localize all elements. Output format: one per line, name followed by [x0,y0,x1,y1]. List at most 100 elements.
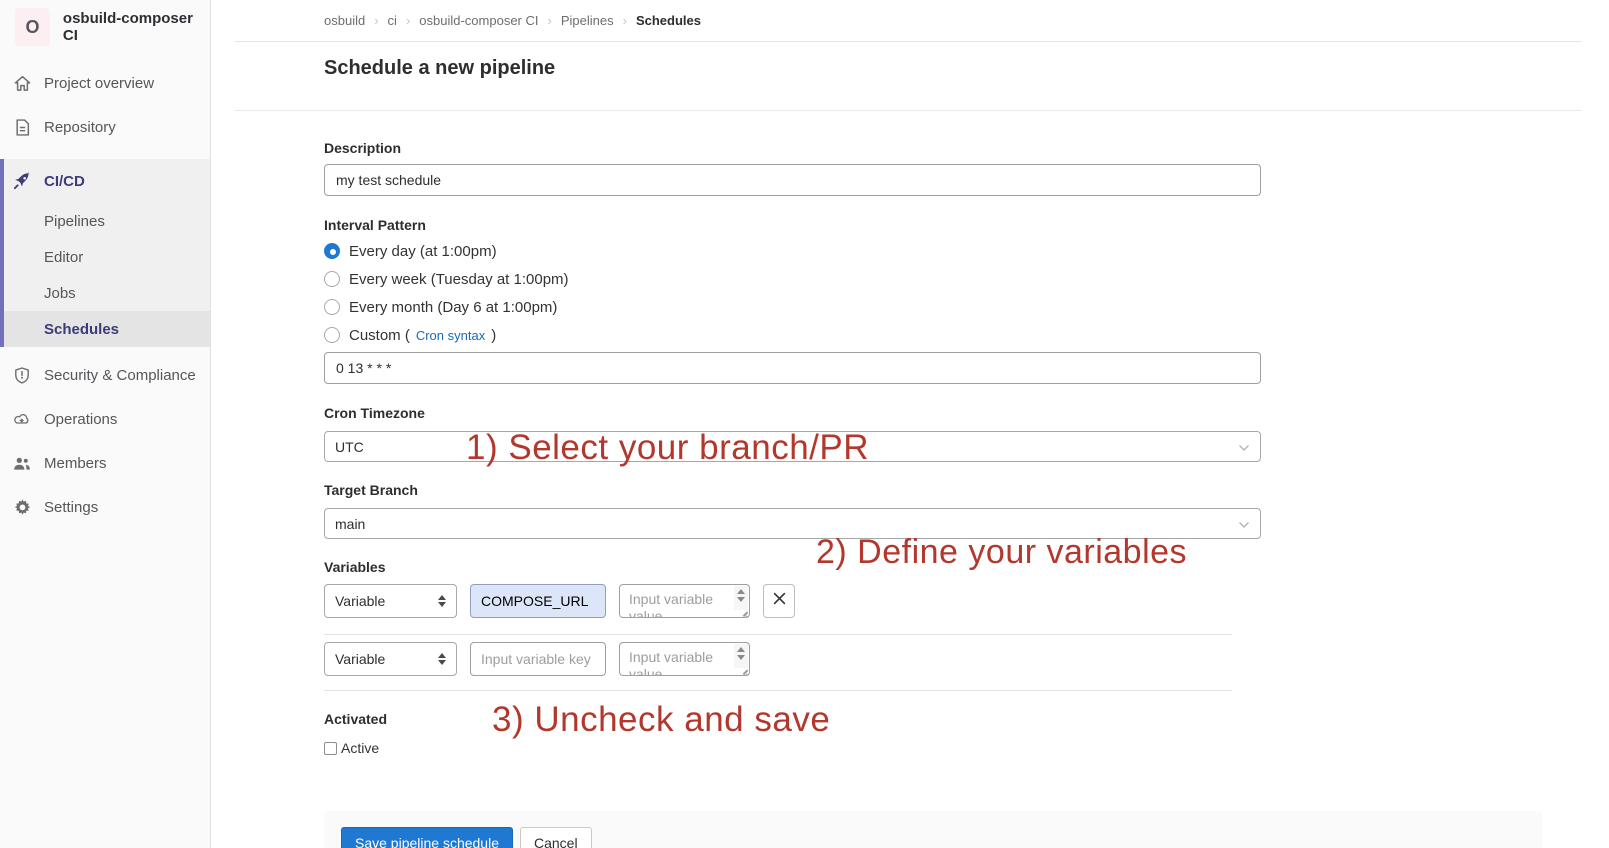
project-context-header[interactable]: O osbuild-composer CI [0,0,210,54]
breadcrumb-link[interactable]: osbuild-composer CI [419,13,538,28]
sidebar-item-pipelines[interactable]: Pipelines [4,203,210,239]
chevron-right-icon: › [548,13,552,28]
form-actions: Save pipeline schedule Cancel [324,811,1542,848]
project-avatar: O [15,8,50,46]
radio-label: Every day (at 1:00pm) [349,243,497,260]
cloud-gear-icon [13,412,31,427]
radio-label: Every week (Tuesday at 1:00pm) [349,271,569,288]
interval-pattern-label: Interval Pattern [324,217,1582,233]
sidebar-item-operations[interactable]: Operations [0,397,210,441]
target-branch-label: Target Branch [324,482,1582,498]
cron-timezone-select[interactable]: UTC [324,431,1261,462]
interval-option-every-day[interactable]: Every day (at 1:00pm) [324,241,1582,261]
description-label: Description [324,140,1582,156]
chevron-down-icon [1238,516,1250,532]
project-title: osbuild-composer CI [63,10,200,44]
sidebar-item-label: Members [44,455,107,472]
textarea-placeholder: Input variable value [629,649,729,676]
sidebar-item-settings[interactable]: Settings [0,485,210,529]
breadcrumb-link[interactable]: Pipelines [561,13,614,28]
breadcrumb-current: Schedules [636,13,701,28]
sidebar-item-cicd[interactable]: CI/CD [4,159,210,203]
sidebar-item-label: CI/CD [44,173,85,190]
chevron-right-icon: › [406,13,410,28]
sidebar-subitem-label: Schedules [44,321,119,338]
sidebar-item-jobs[interactable]: Jobs [4,275,210,311]
home-icon [13,75,31,92]
save-pipeline-schedule-button[interactable]: Save pipeline schedule [341,827,513,848]
radio-selected-icon[interactable] [324,243,340,259]
chevron-down-icon [1238,439,1250,455]
active-checkbox-row[interactable]: Active [324,740,1582,756]
sidebar-item-project-overview[interactable]: Project overview [0,61,210,105]
breadcrumb: osbuild › ci › osbuild-composer CI › Pip… [235,0,1582,42]
cancel-button[interactable]: Cancel [520,827,592,848]
cron-syntax-link[interactable]: Cron syntax [416,328,485,343]
sidebar-item-security-compliance[interactable]: Security & Compliance [0,353,210,397]
breadcrumb-link[interactable]: ci [388,13,397,28]
description-input[interactable] [324,164,1261,196]
radio-label: Custom ( [349,327,410,344]
updown-arrows-icon [438,653,446,665]
sidebar-item-repository[interactable]: Repository [0,105,210,149]
remove-variable-button[interactable] [763,584,795,618]
shield-icon [13,367,31,384]
resize-grip[interactable] [739,665,749,675]
select-value: Variable [335,593,385,609]
variable-row: Variable Input variable value [324,584,1582,618]
interval-option-custom[interactable]: Custom ( Cron syntax ) [324,325,1582,345]
sidebar-cicd-section: CI/CD Pipelines Editor Jobs Schedules [0,159,210,347]
rocket-icon [13,172,31,190]
chevron-right-icon: › [374,13,378,28]
select-value: UTC [335,439,364,455]
sidebar-item-label: Project overview [44,75,154,92]
radio-icon[interactable] [324,299,340,315]
file-icon [13,119,31,136]
sidebar-subitem-label: Jobs [44,285,76,302]
radio-label: Every month (Day 6 at 1:00pm) [349,299,557,316]
cron-pattern-input[interactable] [324,352,1261,384]
updown-arrows-icon [438,595,446,607]
variable-value-textarea[interactable]: Input variable value [619,584,750,618]
divider [235,110,1582,111]
variable-key-input[interactable] [470,584,606,618]
sidebar-item-label: Operations [44,411,117,428]
sidebar-subitem-label: Editor [44,249,83,266]
radio-icon[interactable] [324,271,340,287]
sidebar-item-members[interactable]: Members [0,441,210,485]
users-icon [13,456,31,471]
gear-icon [13,499,31,516]
sidebar-item-label: Settings [44,499,98,516]
active-checkbox-label: Active [341,740,379,756]
select-value: main [335,516,365,532]
active-checkbox[interactable] [324,742,337,755]
variable-type-select[interactable]: Variable [324,584,457,618]
chevron-right-icon: › [623,13,627,28]
radio-icon[interactable] [324,327,340,343]
page-title: Schedule a new pipeline [324,57,1582,110]
divider [324,690,1232,691]
sidebar-item-label: Security & Compliance [44,367,196,384]
main-content: osbuild › ci › osbuild-composer CI › Pip… [211,0,1609,848]
interval-option-every-week[interactable]: Every week (Tuesday at 1:00pm) [324,269,1582,289]
select-value: Variable [335,651,385,667]
divider [324,634,1232,635]
sidebar-subitem-label: Pipelines [44,213,105,230]
target-branch-select[interactable]: main [324,508,1261,539]
variable-value-textarea[interactable]: Input variable value [619,642,750,676]
breadcrumb-link[interactable]: osbuild [324,13,365,28]
cron-timezone-label: Cron Timezone [324,405,1582,421]
interval-option-every-month[interactable]: Every month (Day 6 at 1:00pm) [324,297,1582,317]
resize-grip[interactable] [739,607,749,617]
sidebar-item-editor[interactable]: Editor [4,239,210,275]
radio-label-suffix: ) [491,327,496,344]
variable-type-select[interactable]: Variable [324,642,457,676]
variable-key-input[interactable] [470,642,606,676]
textarea-placeholder: Input variable value [629,591,729,618]
activated-label: Activated [324,711,1582,727]
sidebar: O osbuild-composer CI Project overview R… [0,0,211,848]
sidebar-item-schedules[interactable]: Schedules [4,311,210,347]
close-icon [773,592,786,610]
variables-label: Variables [324,559,1582,575]
sidebar-item-label: Repository [44,119,116,136]
